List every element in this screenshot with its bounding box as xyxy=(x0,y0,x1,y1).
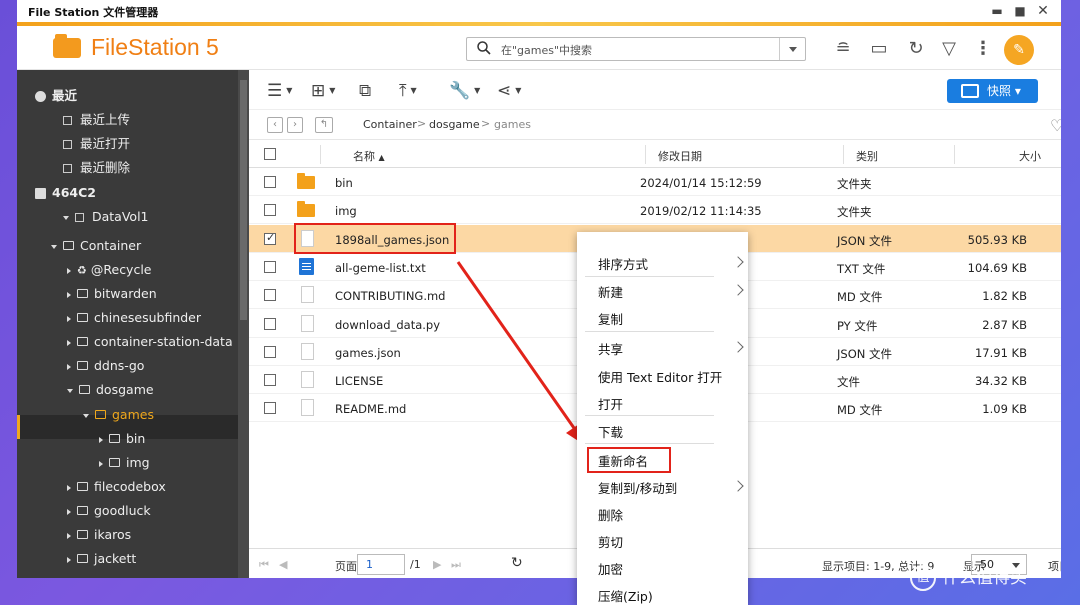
context-menu-item[interactable]: 排序方式 xyxy=(598,254,648,273)
context-menu-item[interactable]: 复制到/移动到 xyxy=(598,478,677,497)
annotation-arrow xyxy=(456,261,586,446)
context-menu-item[interactable]: 压缩(Zip) xyxy=(598,586,653,605)
watermark-logo-icon: 值 xyxy=(910,565,936,591)
submenu-arrow-icon xyxy=(732,284,744,296)
context-menu-item[interactable]: 使用 Text Editor 打开 xyxy=(598,367,722,386)
context-menu-item[interactable]: 删除 xyxy=(598,505,623,524)
highlight-box-rename xyxy=(587,447,671,473)
context-menu-item[interactable]: 剪切 xyxy=(598,532,623,551)
context-menu-item[interactable]: 下载 xyxy=(598,422,623,441)
context-menu-item[interactable]: 复制 xyxy=(598,309,623,328)
menu-divider xyxy=(585,276,714,277)
watermark-text: 什么值得买 xyxy=(942,568,1027,588)
menu-divider xyxy=(585,331,714,332)
watermark: 值什么值得买 xyxy=(910,563,1027,591)
menu-divider xyxy=(585,443,714,444)
submenu-arrow-icon xyxy=(732,480,744,492)
context-menu-item[interactable]: 新建 xyxy=(598,282,623,301)
submenu-arrow-icon xyxy=(732,256,744,268)
submenu-arrow-icon xyxy=(732,341,744,353)
menu-divider xyxy=(585,415,714,416)
context-menu-item[interactable]: 共享 xyxy=(598,339,623,358)
context-menu: 排序方式 新建 复制 共享 使用 Text Editor 打开 打开 下载 重新命名 复制到/移… xyxy=(577,232,748,605)
context-menu-item[interactable]: 打开 xyxy=(598,394,623,413)
context-menu-item[interactable]: 加密 xyxy=(598,559,623,578)
